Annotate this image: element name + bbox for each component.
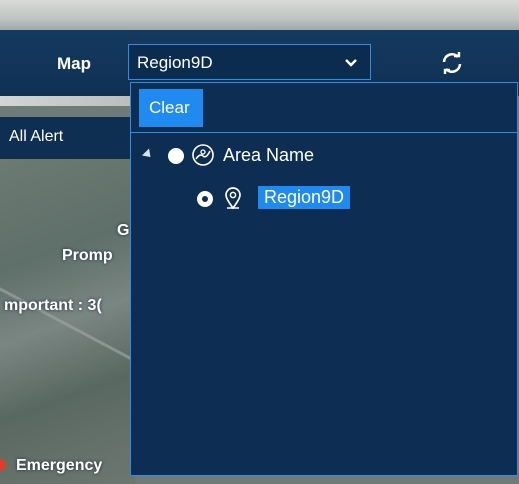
root-radio[interactable] xyxy=(168,148,184,164)
top-strip xyxy=(0,0,519,30)
tab-all-alert-label: All Alert xyxy=(9,128,64,145)
tree-region-label[interactable]: Region9D xyxy=(258,186,351,209)
bg-text-important: mportant : 3( xyxy=(4,297,102,314)
dropdown-separator xyxy=(131,132,517,133)
map-select-value: Region9D xyxy=(137,53,213,72)
bg-text-prompt: Promp xyxy=(62,247,113,264)
tree-root-label: Area Name xyxy=(223,145,315,165)
location-pin-icon xyxy=(225,187,241,210)
map-dropdown-panel: Clear Area Name Region9D xyxy=(130,82,518,476)
map-background xyxy=(0,159,135,484)
region-radio[interactable] xyxy=(197,191,213,207)
tree-node-region[interactable]: Region9D xyxy=(131,183,511,213)
map-road-strip xyxy=(0,96,135,106)
clear-button[interactable]: Clear xyxy=(139,89,203,127)
chevron-down-icon xyxy=(345,59,357,67)
bg-text-g: G xyxy=(117,222,130,239)
map-select[interactable]: Region9D xyxy=(128,44,371,80)
area-globe-icon xyxy=(192,144,214,166)
refresh-icon[interactable] xyxy=(440,51,464,75)
tree-node-root[interactable]: Area Name xyxy=(131,141,511,171)
expand-toggle-icon[interactable] xyxy=(141,148,155,161)
tab-all-alert[interactable]: All Alert xyxy=(0,117,135,159)
map-label: Map xyxy=(57,54,91,73)
bg-text-emergency: Emergency xyxy=(16,457,103,474)
